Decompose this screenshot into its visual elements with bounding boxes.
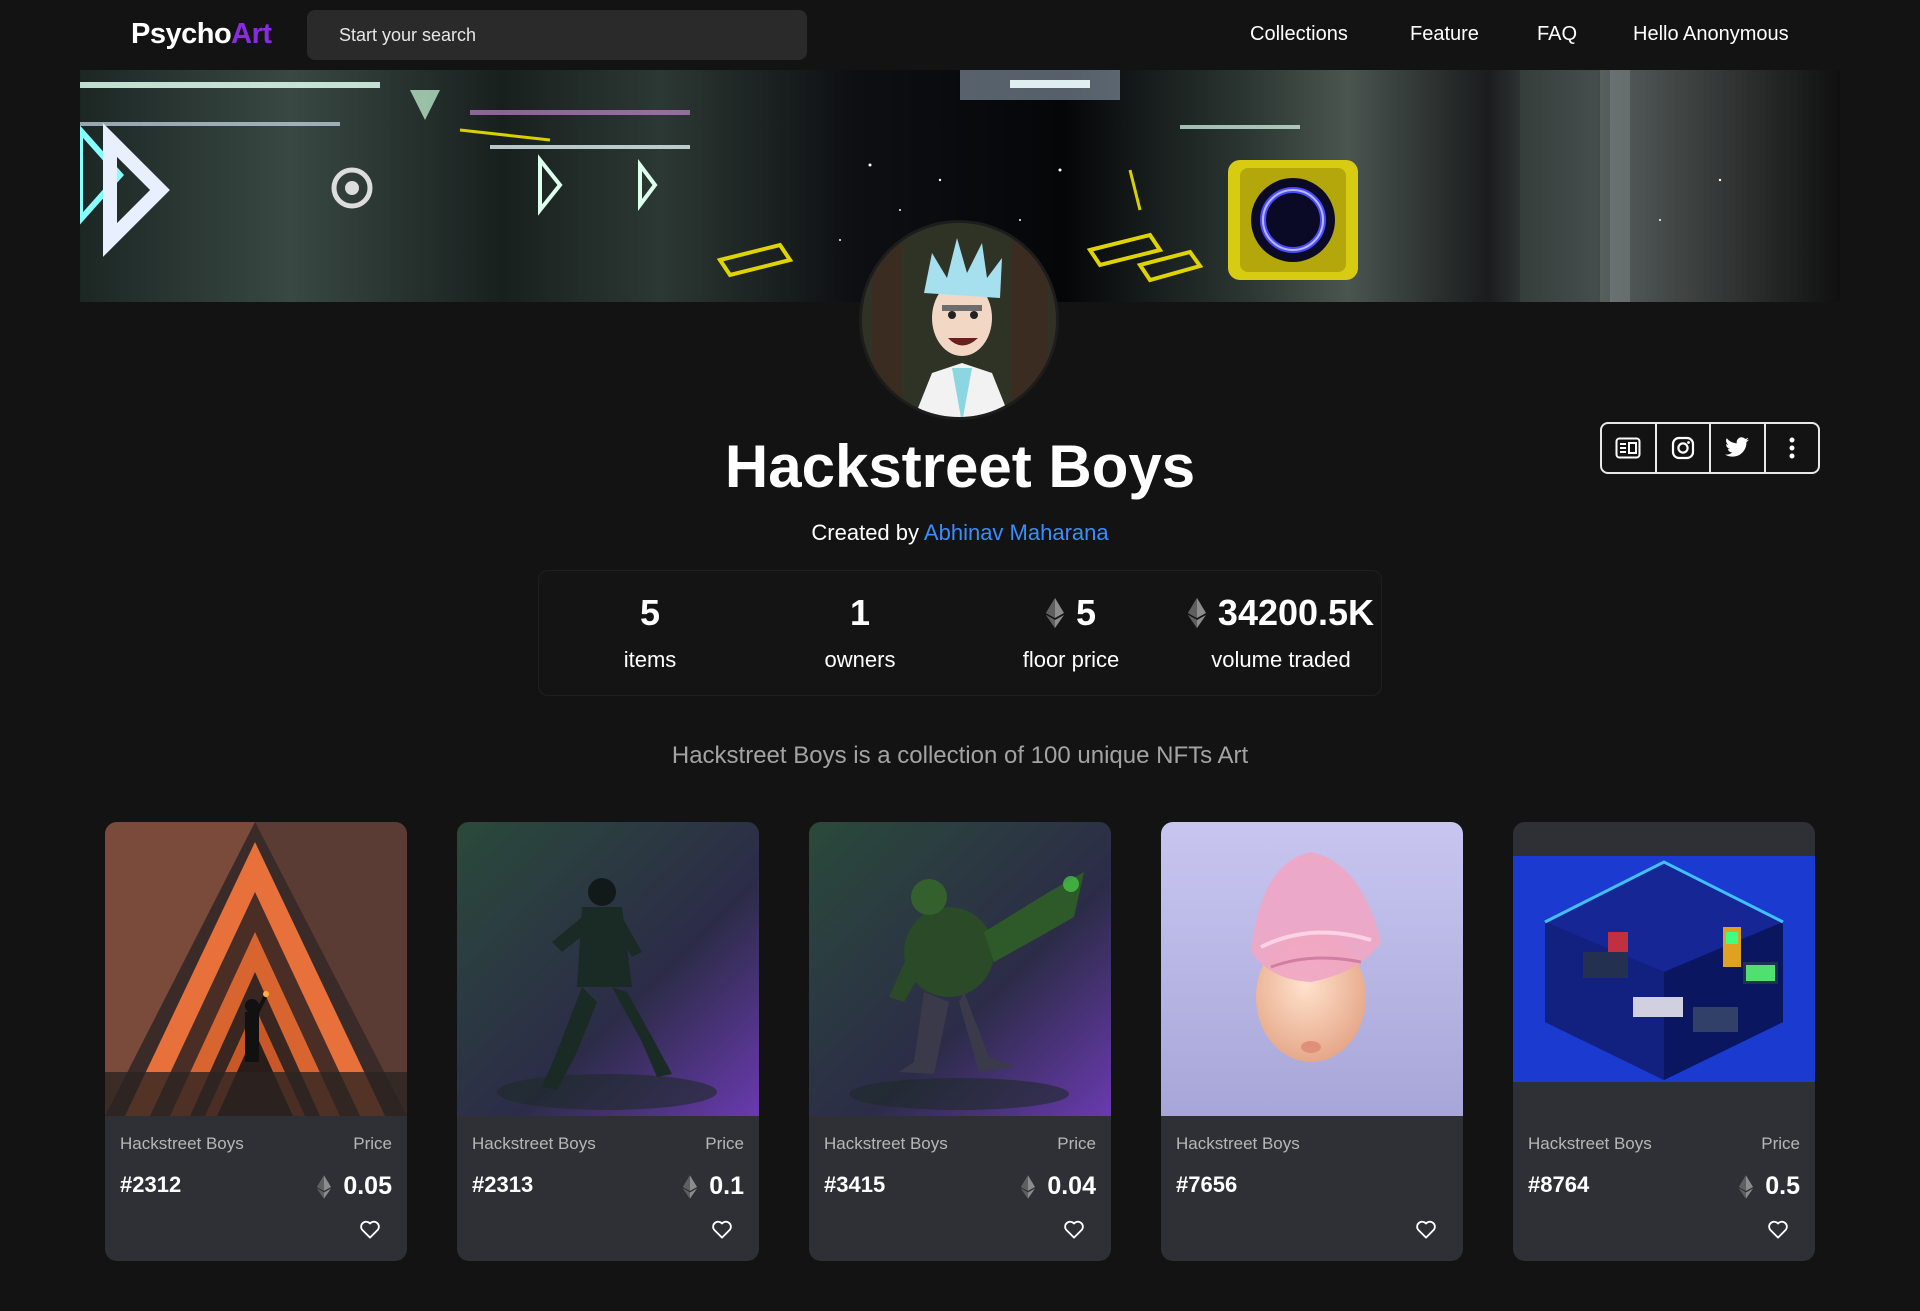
social-button-group bbox=[1600, 422, 1820, 474]
heart-icon bbox=[1416, 1220, 1436, 1239]
card-token-id: #7656 bbox=[1176, 1172, 1238, 1197]
nft-image bbox=[105, 822, 407, 1116]
isometric-room-art bbox=[1513, 822, 1815, 1116]
nft-image bbox=[1513, 822, 1815, 1116]
card-price-value: 0.04 bbox=[1047, 1172, 1096, 1200]
stat-value: 34200.5K bbox=[1217, 592, 1375, 633]
card-price: 0.1 bbox=[683, 1172, 744, 1201]
nav-link-user[interactable]: Hello Anonymous bbox=[1633, 23, 1789, 46]
more-vertical-icon bbox=[1789, 437, 1795, 459]
favorite-button[interactable] bbox=[1063, 1219, 1085, 1244]
ethereum-icon bbox=[1045, 598, 1064, 628]
nav-link-collections[interactable]: Collections bbox=[1250, 23, 1348, 46]
nav-link-faq[interactable]: FAQ bbox=[1537, 23, 1577, 46]
triangle-corridor-art bbox=[105, 822, 407, 1116]
stat-value: 1 bbox=[849, 592, 871, 633]
card-collection-name: Hackstreet Boys bbox=[1528, 1134, 1652, 1153]
card-price: 0.04 bbox=[1021, 1172, 1096, 1201]
website-button[interactable] bbox=[1602, 424, 1657, 472]
heart-icon bbox=[712, 1220, 732, 1239]
favorite-button[interactable] bbox=[711, 1219, 733, 1244]
card-collection-name: Hackstreet Boys bbox=[824, 1134, 948, 1153]
heart-icon bbox=[1768, 1220, 1788, 1239]
ethereum-icon bbox=[1739, 1174, 1754, 1199]
instagram-icon bbox=[1671, 436, 1694, 460]
ethereum-icon bbox=[1021, 1174, 1036, 1199]
top-nav: PsychoArt Collections Feature FAQ Hello … bbox=[0, 0, 1920, 70]
nft-card[interactable]: Hackstreet Boys Price #2313 0.1 bbox=[457, 822, 759, 1261]
ninja-figure-art bbox=[457, 822, 759, 1116]
heart-icon bbox=[360, 1220, 380, 1239]
heart-icon bbox=[1064, 1220, 1084, 1239]
card-token-id: #2312 bbox=[120, 1172, 182, 1197]
card-price-value: 0.05 bbox=[343, 1172, 392, 1200]
collection-stats: 5 items 1 owners 5 floor price 34200.5K … bbox=[538, 570, 1382, 696]
ethereum-icon bbox=[683, 1174, 698, 1199]
card-price-label: Price bbox=[705, 1134, 744, 1153]
created-by: Created by Abhinav Maharana bbox=[0, 520, 1920, 546]
card-token-id: #8764 bbox=[1528, 1172, 1590, 1197]
creator-link[interactable]: Abhinav Maharana bbox=[924, 520, 1109, 545]
logo-text-accent: Art bbox=[231, 18, 272, 50]
nft-card[interactable]: Hackstreet Boys Price #8764 0.5 bbox=[1513, 822, 1815, 1261]
card-price-label: Price bbox=[353, 1134, 392, 1153]
stat-value: 5 bbox=[639, 592, 661, 633]
card-token-id: #2313 bbox=[472, 1172, 534, 1197]
instagram-button[interactable] bbox=[1657, 424, 1711, 472]
stat-volume-traded: 34200.5K volume traded bbox=[1176, 591, 1386, 673]
stat-label: volume traded bbox=[1211, 647, 1351, 672]
logo-text-main: Psycho bbox=[131, 18, 232, 50]
nft-image bbox=[1161, 822, 1463, 1116]
green-monster-art bbox=[809, 822, 1111, 1116]
card-price: 0.05 bbox=[317, 1172, 392, 1201]
created-by-prefix: Created by bbox=[811, 520, 920, 545]
stat-label: items bbox=[623, 647, 677, 672]
card-token-id: #3415 bbox=[824, 1172, 886, 1197]
favorite-button[interactable] bbox=[359, 1219, 381, 1244]
stat-label: owners bbox=[824, 647, 896, 672]
card-collection-name: Hackstreet Boys bbox=[472, 1134, 596, 1153]
search-input[interactable] bbox=[307, 10, 807, 60]
card-price-value: 0.5 bbox=[1765, 1172, 1800, 1200]
card-collection-name: Hackstreet Boys bbox=[1176, 1134, 1300, 1153]
favorite-button[interactable] bbox=[1767, 1219, 1789, 1244]
card-price-value: 0.1 bbox=[709, 1172, 744, 1200]
nft-card[interactable]: Hackstreet Boys Price #2312 0.05 bbox=[105, 822, 407, 1261]
favorite-button[interactable] bbox=[1415, 1219, 1437, 1244]
logo[interactable]: PsychoArt bbox=[131, 18, 272, 51]
card-price-label: Price bbox=[1761, 1134, 1800, 1153]
stat-label: floor price bbox=[1022, 647, 1120, 672]
nft-card[interactable]: Hackstreet Boys Price #3415 0.04 bbox=[809, 822, 1111, 1261]
rick-avatar-art bbox=[862, 223, 1056, 417]
website-icon bbox=[1615, 437, 1641, 459]
collection-avatar bbox=[859, 220, 1059, 420]
ethereum-icon bbox=[1187, 598, 1206, 628]
collection-description: Hackstreet Boys is a collection of 100 u… bbox=[671, 742, 1249, 769]
stat-value: 5 bbox=[1075, 592, 1097, 633]
card-price: 0.5 bbox=[1739, 1172, 1800, 1201]
twitter-button[interactable] bbox=[1711, 424, 1766, 472]
stat-owners: 1 owners bbox=[755, 591, 965, 673]
card-collection-name: Hackstreet Boys bbox=[120, 1134, 244, 1153]
stat-floor-price: 5 floor price bbox=[966, 591, 1176, 673]
nav-link-feature[interactable]: Feature bbox=[1410, 23, 1479, 46]
more-options-button[interactable] bbox=[1766, 424, 1819, 472]
pink-head-art bbox=[1161, 822, 1463, 1116]
ethereum-icon bbox=[317, 1174, 332, 1199]
twitter-icon bbox=[1725, 437, 1750, 457]
nft-image bbox=[457, 822, 759, 1116]
nft-card[interactable]: Hackstreet Boys #7656 bbox=[1161, 822, 1463, 1261]
card-price-label: Price bbox=[1057, 1134, 1096, 1153]
nft-image bbox=[809, 822, 1111, 1116]
stat-items: 5 items bbox=[545, 591, 755, 673]
